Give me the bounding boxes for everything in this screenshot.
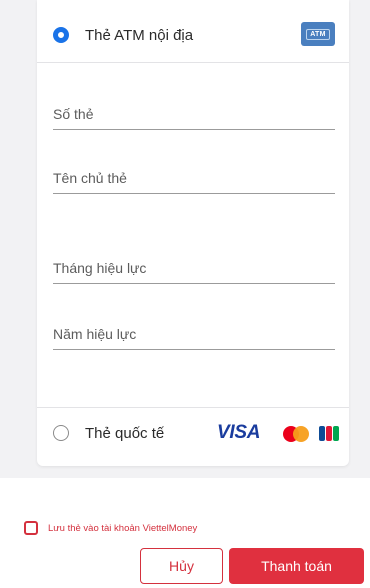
atm-option-label: Thẻ ATM nội địa [85, 26, 194, 44]
divider [37, 407, 349, 408]
valid-month-field[interactable]: Tháng hiệu lực [53, 252, 335, 284]
valid-month-label: Tháng hiệu lực [53, 260, 147, 276]
option-international-card[interactable]: Thẻ quốc tế VISA [37, 412, 349, 454]
atm-icon-text: ATM [306, 28, 330, 40]
mastercard-icon [283, 426, 309, 442]
cancel-button[interactable]: Hủy [140, 548, 223, 584]
valid-year-field[interactable]: Năm hiệu lực [53, 318, 335, 350]
save-card-label: Lưu thẻ vào tài khoản ViettelMoney [48, 522, 198, 534]
payment-card-panel: Thẻ ATM nội địa ATM Số thẻ Tên chủ thẻ T… [37, 0, 349, 466]
visa-logo: VISA [217, 422, 261, 443]
save-card-row[interactable]: Lưu thẻ vào tài khoản ViettelMoney [24, 521, 197, 535]
option-atm-card[interactable]: Thẻ ATM nội địa ATM [37, 14, 349, 56]
pay-button[interactable]: Thanh toán [229, 548, 364, 584]
international-option-label: Thẻ quốc tế [85, 424, 165, 442]
international-radio-button[interactable] [53, 425, 69, 441]
card-number-label: Số thẻ [53, 106, 94, 122]
card-number-field[interactable]: Số thẻ [53, 98, 335, 130]
jcb-icon [319, 426, 339, 441]
divider [37, 62, 349, 63]
save-card-checkbox[interactable] [24, 521, 38, 535]
atm-radio-button[interactable] [53, 27, 69, 43]
valid-year-label: Năm hiệu lực [53, 326, 137, 342]
card-holder-field[interactable]: Tên chủ thẻ [53, 162, 335, 194]
card-holder-label: Tên chủ thẻ [53, 170, 127, 186]
atm-card-icon: ATM [301, 22, 335, 46]
